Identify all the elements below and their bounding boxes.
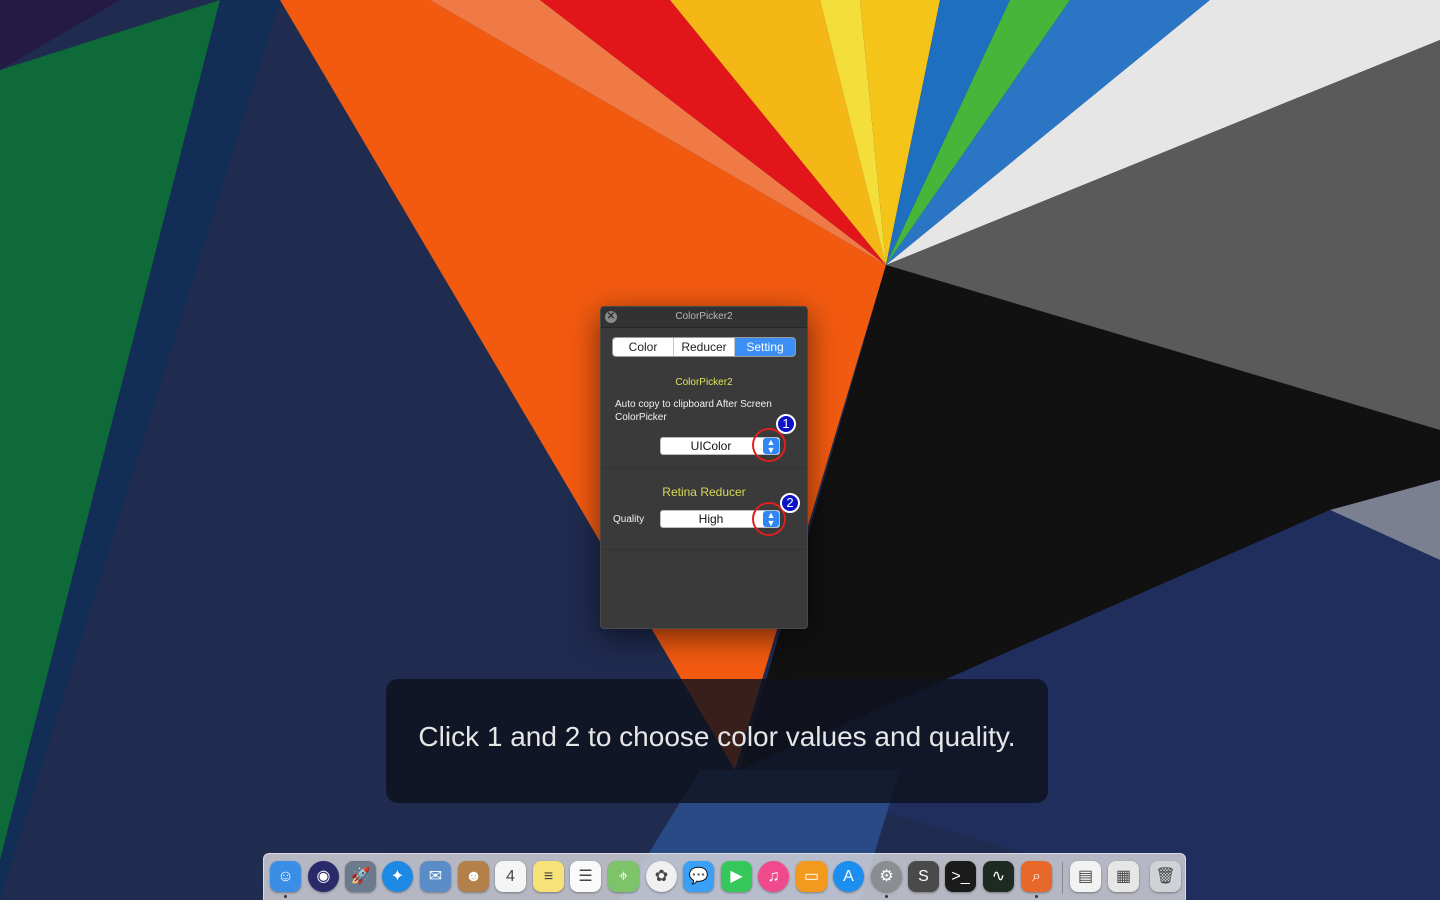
launchpad-icon[interactable]: 🚀 (345, 861, 376, 892)
running-indicator (1035, 895, 1038, 898)
quality-label: Quality (613, 514, 645, 525)
auto-copy-description: Auto copy to clipboard After Screen Colo… (615, 399, 772, 423)
instruction-caption: Click 1 and 2 to choose color values and… (386, 679, 1048, 803)
colorpicker2-window: ✕ ColorPicker2 Color Reducer Setting Col… (600, 306, 808, 629)
retina-reducer-section-title: Retina Reducer (662, 485, 746, 499)
title-bar: ✕ ColorPicker2 (601, 307, 807, 328)
caption-text: Click 1 and 2 to choose color values and… (418, 721, 1016, 752)
system-preferences-icon[interactable]: ⚙ (871, 861, 902, 892)
facetime-icon[interactable]: ▶ (721, 861, 752, 892)
itunes-icon[interactable]: ♫ (758, 861, 789, 892)
notes-icon[interactable]: ≡ (533, 861, 564, 892)
tab-setting[interactable]: Setting (735, 338, 795, 356)
colorpicker-icon[interactable]: ⌕ (1021, 861, 1052, 892)
activity-monitor-icon[interactable]: ∿ (983, 861, 1014, 892)
contacts-icon[interactable]: ☻ (458, 861, 489, 892)
tab-reducer[interactable]: Reducer (674, 338, 735, 356)
section-divider (601, 549, 807, 550)
terminal-icon[interactable]: >_ (945, 861, 976, 892)
trash-icon[interactable]: 🗑 (1150, 861, 1181, 892)
app-store-icon[interactable]: A (833, 861, 864, 892)
tab-control: Color Reducer Setting (612, 337, 796, 357)
mail-icon[interactable]: ✉ (420, 861, 451, 892)
section-divider (601, 468, 807, 469)
window-title: ColorPicker2 (675, 311, 733, 322)
ibooks-icon[interactable]: ▭ (796, 861, 827, 892)
screenshots-stack-icon[interactable]: ▦ (1108, 861, 1139, 892)
calendar-icon[interactable]: 4 (495, 861, 526, 892)
quality-value: High (698, 512, 724, 526)
document-stack-icon[interactable]: ▤ (1070, 861, 1101, 892)
running-indicator (284, 895, 287, 898)
finder-icon[interactable]: ☺ (270, 861, 301, 892)
dock: ☺ ◉ 🚀 ✦ ✉ ☻ 4 ≡ ☰ ⌖ ✿ 💬 ▶ ♫ ▭ A ⚙ S >_ ∿ ⌕ ▤ ▦ 🗑 (263, 853, 1186, 900)
photos-icon[interactable]: ✿ (646, 861, 677, 892)
sublime-text-icon[interactable]: S (908, 861, 939, 892)
colorpicker-section-title: ColorPicker2 (675, 377, 733, 388)
siri-icon[interactable]: ◉ (308, 861, 339, 892)
safari-icon[interactable]: ✦ (382, 861, 413, 892)
dock-separator (1062, 862, 1063, 894)
color-format-value: UIColor (690, 439, 732, 453)
reminders-icon[interactable]: ☰ (570, 861, 601, 892)
tab-color[interactable]: Color (613, 338, 674, 356)
maps-icon[interactable]: ⌖ (608, 861, 639, 892)
step-marker-1: 1 (776, 414, 796, 434)
step-marker-2: 2 (780, 493, 800, 513)
messages-icon[interactable]: 💬 (683, 861, 714, 892)
running-indicator (885, 895, 888, 898)
